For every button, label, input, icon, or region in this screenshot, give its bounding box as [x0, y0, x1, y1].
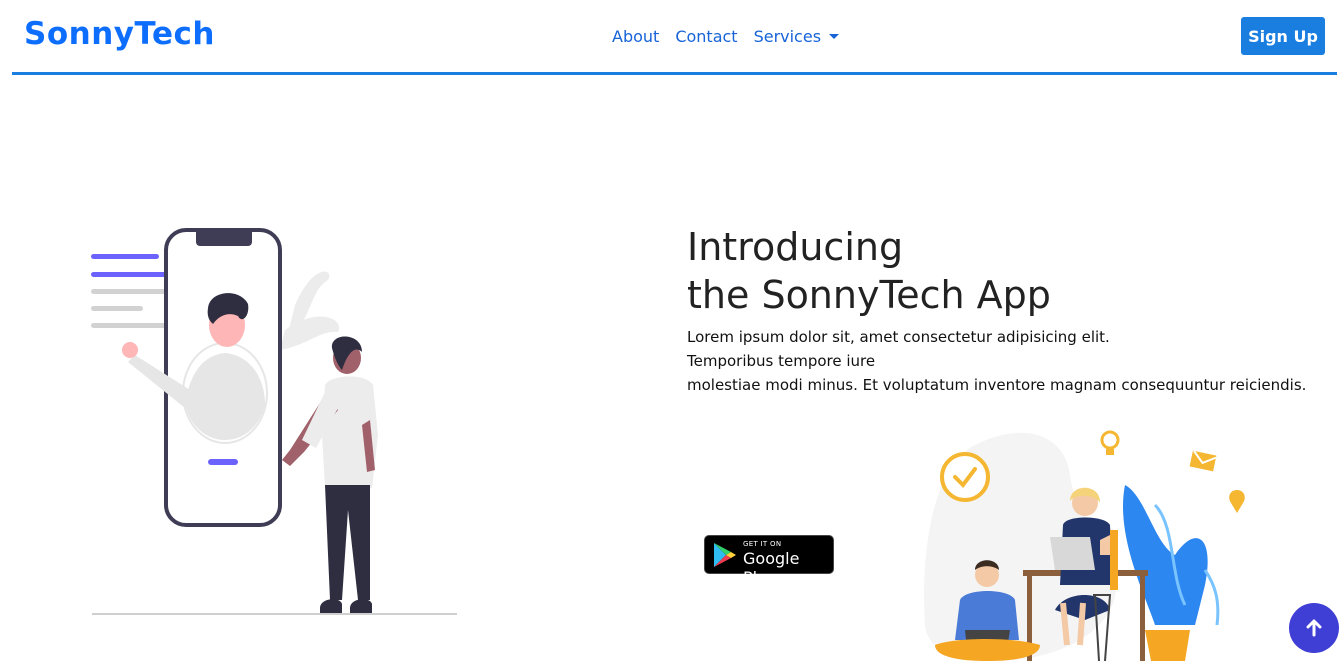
team-working-illustration — [924, 430, 1245, 661]
hero-body-line1: Lorem ipsum dolor sit, amet consectetur … — [687, 328, 1110, 346]
nav-link-services[interactable]: Services — [753, 27, 840, 46]
google-play-badge[interactable]: GET IT ON Google Play — [704, 535, 834, 587]
hero-body-line2: Temporibus tempore iure — [687, 352, 876, 370]
scroll-to-top-button[interactable] — [1289, 603, 1339, 653]
nav-link-services-label: Services — [753, 27, 822, 46]
nav-link-contact[interactable]: Contact — [675, 27, 737, 46]
arrow-up-icon — [1306, 619, 1322, 637]
nav-link-about[interactable]: About — [612, 27, 659, 46]
hero-body: Lorem ipsum dolor sit, amet consectetur … — [687, 325, 1306, 397]
hero-headline: Introducing the SonnyTech App — [687, 223, 1051, 319]
google-play-small-text: GET IT ON — [743, 540, 782, 548]
google-play-big-text: Google Play — [743, 549, 800, 587]
sign-up-button[interactable]: Sign Up — [1241, 17, 1325, 55]
hero-headline-line1: Introducing — [687, 225, 904, 269]
nav-links: About Contact Services — [612, 27, 840, 46]
google-play-icon — [714, 543, 736, 567]
brand-logo[interactable]: SonnyTech — [24, 16, 215, 52]
caret-down-icon — [829, 34, 840, 39]
phone-person-illustration — [91, 228, 457, 615]
navbar: SonnyTech About Contact Services Sign Up — [12, 0, 1337, 75]
hero-body-line3: molestiae modi minus. Et voluptatum inve… — [687, 376, 1307, 394]
hero-headline-line2: the SonnyTech App — [687, 273, 1051, 317]
